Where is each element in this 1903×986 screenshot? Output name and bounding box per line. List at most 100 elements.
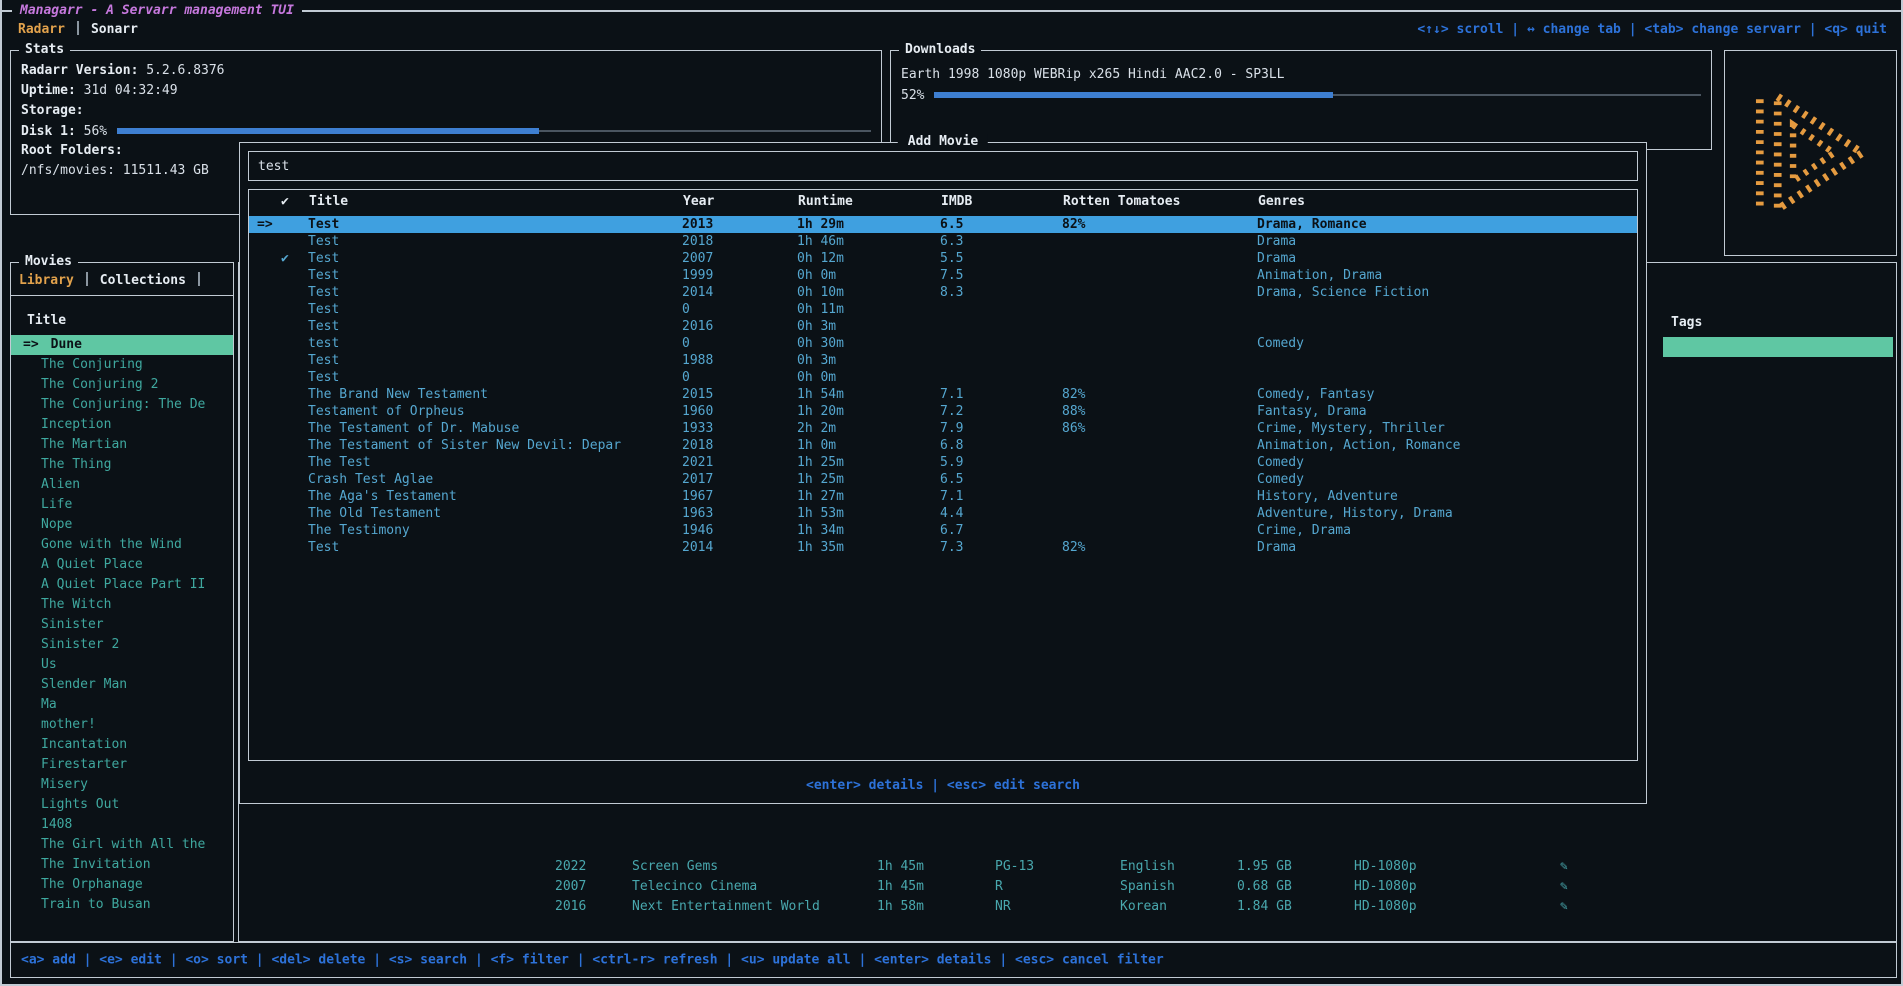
download-progress-gauge (934, 85, 1701, 105)
add-movie-result-row[interactable]: Test20160h 3m (249, 318, 1637, 335)
movie-list-item[interactable]: A Quiet Place (11, 555, 233, 575)
downloads-body: Earth 1998 1080p WEBRip x265 Hindi AAC2.… (901, 65, 1701, 105)
result-year: 2007 (682, 250, 713, 267)
tab-library[interactable]: Library (19, 273, 74, 288)
movie-list-item[interactable]: Inception (11, 415, 233, 435)
result-title: The Brand New Testament (308, 386, 488, 403)
top-keybind-hints: <↑↓> scroll | ↔ change tab | <tab> chang… (1417, 20, 1887, 40)
movie-list-item[interactable]: The Conjuring 2 (11, 375, 233, 395)
servarr-tabbar: Radarr Sonarr (18, 20, 138, 40)
movie-list-item[interactable]: The Girl with All the (11, 835, 233, 855)
movie-list-item[interactable]: The Thing (11, 455, 233, 475)
tab-collections[interactable]: Collections (100, 273, 186, 288)
result-year: 2016 (682, 318, 713, 335)
add-movie-result-row[interactable]: The Test20211h 25m5.9Comedy (249, 454, 1637, 471)
movie-list-item[interactable]: Sinister (11, 615, 233, 635)
tab-radarr[interactable]: Radarr (18, 22, 65, 37)
result-runtime: 0h 30m (797, 335, 844, 352)
result-title: The Testament of Dr. Mabuse (308, 420, 519, 437)
result-runtime: 0h 10m (797, 284, 844, 301)
movie-list-item[interactable]: The Witch (11, 595, 233, 615)
library-row[interactable]: 2007Telecinco Cinema1h 45mRSpanish0.68 G… (239, 877, 1896, 897)
add-movie-result-row[interactable]: ✔Test20070h 12m5.5Drama (249, 250, 1637, 267)
result-genres: Drama, Science Fiction (1257, 284, 1429, 301)
result-imdb: 6.5 (940, 216, 963, 233)
add-movie-result-row[interactable]: The Testament of Dr. Mabuse19332h 2m7.98… (249, 420, 1637, 437)
tab-sonarr[interactable]: Sonarr (91, 22, 138, 37)
add-movie-result-row[interactable]: Test20140h 10m8.3Drama, Science Fiction (249, 284, 1637, 301)
movie-list-item[interactable]: 1408 (11, 815, 233, 835)
movie-list-item[interactable]: Life (11, 495, 233, 515)
movie-list-item[interactable]: mother! (11, 715, 233, 735)
results-rows: =>Test20131h 29m6.582%Drama, RomanceTest… (249, 216, 1637, 556)
add-movie-result-row[interactable]: Test20181h 46m6.3Drama (249, 233, 1637, 250)
result-year: 2018 (682, 437, 713, 454)
movie-list-item[interactable]: The Orphanage (11, 875, 233, 895)
logo-panel (1724, 50, 1897, 256)
movie-title: Life (41, 497, 72, 512)
movie-list-item[interactable]: The Conjuring: The De (11, 395, 233, 415)
movie-list-item[interactable]: Firestarter (11, 755, 233, 775)
add-movie-result-row[interactable]: Test00h 0m (249, 369, 1637, 386)
add-movie-result-row[interactable]: Test19880h 3m (249, 352, 1637, 369)
result-runtime: 1h 46m (797, 233, 844, 250)
monitored-icon: ✎ (1560, 877, 1568, 897)
add-movie-result-row[interactable]: test00h 30mComedy (249, 335, 1637, 352)
movie-list-item[interactable]: The Martian (11, 435, 233, 455)
library-row[interactable]: 2022Screen Gems1h 45mPG-13English1.95 GB… (239, 857, 1896, 877)
movie-studio: Next Entertainment World (632, 897, 820, 917)
movie-studio: Telecinco Cinema (632, 877, 757, 897)
add-movie-result-row[interactable]: Test00h 11m (249, 301, 1637, 318)
library-row[interactable]: 2016Next Entertainment World1h 58mNRKore… (239, 897, 1896, 917)
add-movie-result-row[interactable]: The Old Testament19631h 53m4.4Adventure,… (249, 505, 1637, 522)
movie-title: The Orphanage (41, 877, 143, 892)
download-percent: 52% (901, 88, 924, 103)
movie-list-item[interactable]: Nope (11, 515, 233, 535)
movie-list-item[interactable]: Slender Man (11, 675, 233, 695)
movies-tab-underline (11, 295, 233, 296)
add-movie-search-input[interactable] (249, 152, 1637, 180)
movie-list-item[interactable]: Incantation (11, 735, 233, 755)
movie-list-item[interactable]: =>Dune (11, 335, 233, 355)
add-movie-result-row[interactable]: The Testament of Sister New Devil: Depar… (249, 437, 1637, 454)
add-movie-result-row[interactable]: Crash Test Aglae20171h 25m6.5Comedy (249, 471, 1637, 488)
col-title: Title (309, 190, 348, 214)
movie-list-item[interactable]: A Quiet Place Part II (11, 575, 233, 595)
add-movie-result-row[interactable]: Test19990h 0m7.5Animation, Drama (249, 267, 1637, 284)
movie-list-item[interactable]: Misery (11, 775, 233, 795)
movie-list-item[interactable]: The Invitation (11, 855, 233, 875)
bottom-bar: <a> add | <e> edit | <o> sort | <del> de… (10, 942, 1897, 978)
add-movie-result-row[interactable]: Test20141h 35m7.382%Drama (249, 539, 1637, 556)
movie-list-item[interactable]: Us (11, 655, 233, 675)
result-runtime: 1h 25m (797, 471, 844, 488)
result-title: Test (308, 539, 339, 556)
add-movie-result-row[interactable]: Testament of Orpheus19601h 20m7.288%Fant… (249, 403, 1637, 420)
add-movie-result-row[interactable]: The Testimony19461h 34m6.7Crime, Drama (249, 522, 1637, 539)
movie-title: The Thing (41, 457, 111, 472)
result-imdb: 6.5 (940, 471, 963, 488)
tab-separator (77, 21, 79, 35)
movie-title: Gone with the Wind (41, 537, 182, 552)
result-genres: History, Adventure (1257, 488, 1398, 505)
add-movie-title: Add Movie (898, 134, 988, 149)
disk-usage-fill (117, 128, 539, 134)
add-movie-result-row[interactable]: The Brand New Testament20151h 54m7.182%C… (249, 386, 1637, 403)
movie-list-item[interactable]: Train to Busan (11, 895, 233, 915)
movie-list-item[interactable]: Alien (11, 475, 233, 495)
movie-list-item[interactable]: Lights Out (11, 795, 233, 815)
movie-list-item[interactable]: Sinister 2 (11, 635, 233, 655)
movie-rating: R (995, 877, 1003, 897)
result-runtime: 0h 12m (797, 250, 844, 267)
add-movie-result-row[interactable]: The Aga's Testament19671h 27m7.1History,… (249, 488, 1637, 505)
result-title: Test (308, 250, 339, 267)
add-movie-result-row[interactable]: =>Test20131h 29m6.582%Drama, Romance (249, 216, 1637, 233)
col-runtime: Runtime (798, 190, 853, 214)
selected-row-tags-cell[interactable] (1663, 337, 1893, 357)
movie-year: 2016 (555, 897, 586, 917)
library-visible-rows: 2022Screen Gems1h 45mPG-13English1.95 GB… (239, 857, 1896, 917)
movie-list-item[interactable]: The Conjuring (11, 355, 233, 375)
movie-list-item[interactable]: Ma (11, 695, 233, 715)
col-imdb: IMDB (941, 190, 972, 214)
movie-list-item[interactable]: Gone with the Wind (11, 535, 233, 555)
result-genres: Adventure, History, Drama (1257, 505, 1453, 522)
